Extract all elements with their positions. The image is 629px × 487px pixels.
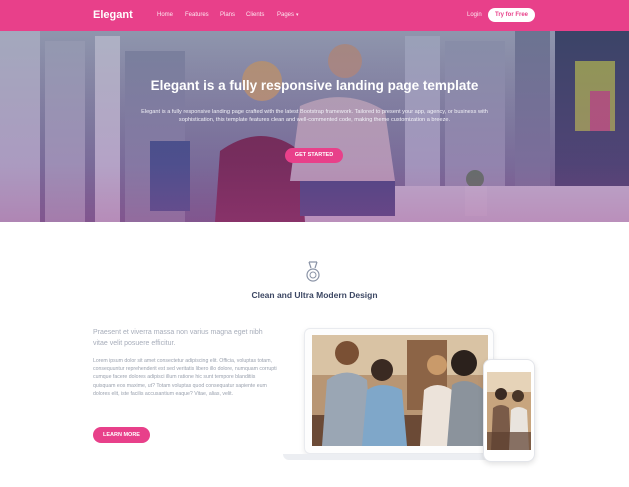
caret-down-icon: ▾: [296, 12, 299, 18]
brand-logo[interactable]: Elegant: [93, 9, 133, 21]
medal-icon: [306, 261, 320, 282]
navbar: Elegant Home Features Plans Clients Page…: [0, 0, 629, 31]
laptop-screen-image: [312, 335, 488, 446]
feature-body: Lorem ipsum dolor sit amet consectetur a…: [93, 358, 277, 397]
try-for-free-button[interactable]: Try for Free: [488, 8, 535, 22]
feature-lead: Praesent et viverra massa non varius mag…: [93, 329, 263, 347]
nav-plans[interactable]: Plans: [220, 12, 235, 18]
learn-more-button[interactable]: LEARN MORE: [93, 427, 150, 443]
hero-overlay: [0, 31, 629, 222]
nav-pages-label: Pages: [277, 12, 295, 18]
feature-title: Clean and Ultra Modern Design: [251, 290, 378, 300]
hero-description: Elegant is a fully responsive landing pa…: [141, 109, 488, 123]
get-started-button[interactable]: GET STARTED: [285, 148, 343, 163]
nav-home[interactable]: Home: [157, 12, 173, 18]
hero-section: [0, 31, 629, 222]
nav-features[interactable]: Features: [185, 12, 209, 18]
nav-login[interactable]: Login: [467, 12, 482, 18]
laptop-base: [283, 454, 515, 460]
hero-title: Elegant is a fully responsive landing pa…: [150, 78, 479, 93]
phone-screen-image: [487, 372, 531, 450]
nav-clients[interactable]: Clients: [246, 12, 264, 18]
nav-pages[interactable]: Pages ▾: [277, 12, 299, 18]
